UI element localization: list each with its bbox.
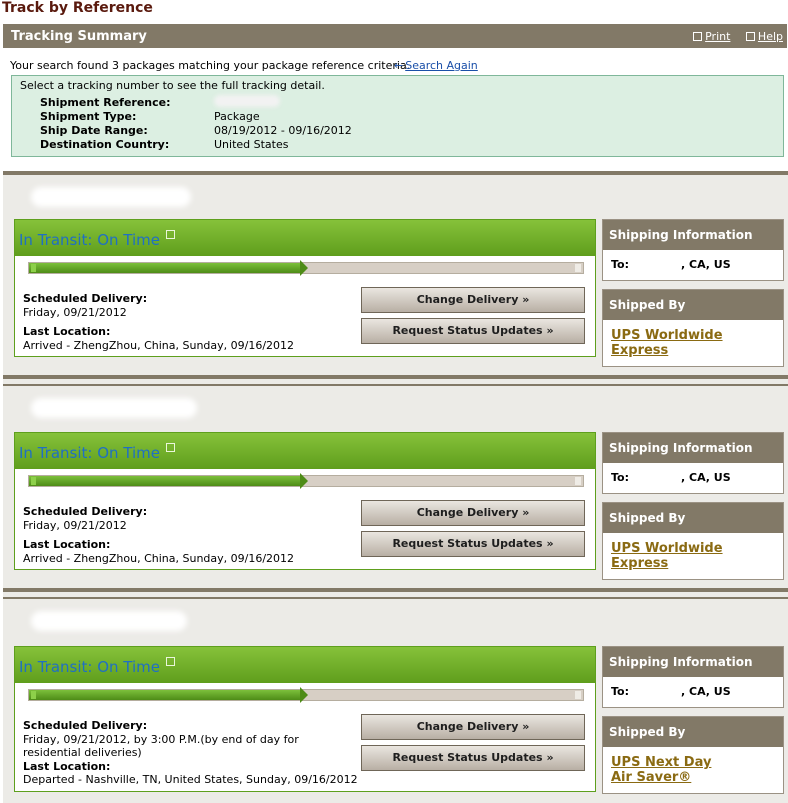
service-link[interactable]: UPS Next Day Air Saver® xyxy=(603,747,783,785)
change-delivery-button[interactable]: Change Delivery » xyxy=(361,500,585,526)
status-header: In Transit: On Time xyxy=(15,433,595,469)
info-icon[interactable] xyxy=(166,443,175,452)
criteria-value: United States xyxy=(214,138,289,151)
print-icon xyxy=(693,31,703,41)
progress-chevron xyxy=(300,260,308,276)
progress-fill xyxy=(29,263,300,273)
status-header: In Transit: On Time xyxy=(15,647,595,683)
package-section: In Transit: On Time Scheduled Delivery: … xyxy=(3,386,788,588)
status-card: In Transit: On Time Scheduled Delivery: … xyxy=(14,432,596,570)
last-location-label: Last Location: xyxy=(23,325,111,338)
tracking-number-link[interactable] xyxy=(31,187,191,207)
service-link[interactable]: UPS Worldwide Express xyxy=(603,320,783,358)
criteria-label: Shipment Reference: xyxy=(40,96,171,109)
shipped-by-box: Shipped By UPS Next Day Air Saver® xyxy=(602,716,784,794)
progress-bar xyxy=(28,473,584,489)
progress-fill xyxy=(29,690,300,700)
criteria-value: Package xyxy=(214,110,260,123)
progress-start-cap xyxy=(31,477,36,485)
shipping-information-box: Shipping Information To:, CA, US xyxy=(602,646,784,708)
help-link[interactable]: Help xyxy=(745,30,783,43)
progress-bar xyxy=(28,260,584,276)
shipped-by-header: Shipped By xyxy=(603,503,783,533)
info-icon[interactable] xyxy=(166,230,175,239)
help-icon xyxy=(745,31,755,41)
search-again-link[interactable]: ← Search Again xyxy=(394,59,478,72)
tracking-summary-title: Tracking Summary xyxy=(11,29,147,44)
print-link[interactable]: Print xyxy=(693,30,730,43)
shipping-information-header: Shipping Information xyxy=(603,647,783,677)
scheduled-delivery-label: Scheduled Delivery: xyxy=(23,292,148,305)
progress-fill xyxy=(29,476,300,486)
scheduled-delivery-value: Friday, 09/21/2012, by 3:00 P.M.(by end … xyxy=(23,733,299,759)
last-location-label: Last Location: xyxy=(23,538,111,551)
last-location-value: Arrived - ZhengZhou, China, Sunday, 09/1… xyxy=(23,339,295,352)
progress-start-cap xyxy=(31,691,36,699)
status-card: In Transit: On Time Scheduled Delivery: … xyxy=(14,646,596,792)
change-delivery-button[interactable]: Change Delivery » xyxy=(361,714,585,740)
shipping-information-box: Shipping Information To:, CA, US xyxy=(602,432,784,494)
progress-chevron xyxy=(300,687,308,703)
status-card: In Transit: On Time Scheduled Delivery: … xyxy=(14,219,596,357)
shipping-information-header: Shipping Information xyxy=(603,433,783,463)
progress-end-cap xyxy=(575,477,581,485)
criteria-value: 08/19/2012 - 09/16/2012 xyxy=(214,124,352,137)
select-hint: Select a tracking number to see the full… xyxy=(20,79,325,92)
ship-to: To:, CA, US xyxy=(611,258,731,271)
package-section: In Transit: On Time Scheduled Delivery: … xyxy=(3,599,788,803)
shipped-by-header: Shipped By xyxy=(603,290,783,320)
tracking-number-link[interactable] xyxy=(31,611,187,631)
scheduled-delivery-label: Scheduled Delivery: xyxy=(23,719,148,732)
progress-end-cap xyxy=(575,264,581,272)
search-result-text: Your search found 3 packages matching yo… xyxy=(10,59,411,72)
tracking-summary-header: Tracking Summary Print Help xyxy=(3,24,787,48)
status-text: In Transit: On Time xyxy=(19,443,175,462)
tracking-number-link[interactable] xyxy=(31,398,197,418)
request-status-updates-button[interactable]: Request Status Updates » xyxy=(361,745,585,771)
arrow-left-icon: ← xyxy=(394,59,404,72)
progress-bar xyxy=(28,687,584,703)
progress-chevron xyxy=(300,473,308,489)
criteria-label: Shipment Type: xyxy=(40,110,137,123)
shipped-by-box: Shipped By UPS Worldwide Express xyxy=(602,502,784,580)
status-header: In Transit: On Time xyxy=(15,220,595,256)
scheduled-delivery-value: Friday, 09/21/2012 xyxy=(23,519,127,532)
request-status-updates-button[interactable]: Request Status Updates » xyxy=(361,531,585,557)
progress-start-cap xyxy=(31,264,36,272)
scheduled-delivery-value: Friday, 09/21/2012 xyxy=(23,306,127,319)
last-location-value: Departed - Nashville, TN, United States,… xyxy=(23,773,358,786)
service-link[interactable]: UPS Worldwide Express xyxy=(603,533,783,571)
scheduled-delivery-label: Scheduled Delivery: xyxy=(23,505,148,518)
info-icon[interactable] xyxy=(166,657,175,666)
shipped-by-header: Shipped By xyxy=(603,717,783,747)
shipping-information-box: Shipping Information To:, CA, US xyxy=(602,219,784,281)
shipping-information-header: Shipping Information xyxy=(603,220,783,250)
status-text: In Transit: On Time xyxy=(19,230,175,249)
ship-to: To:, CA, US xyxy=(611,471,731,484)
ship-to: To:, CA, US xyxy=(611,685,731,698)
progress-end-cap xyxy=(575,691,581,699)
status-text: In Transit: On Time xyxy=(19,657,175,676)
last-location-label: Last Location: xyxy=(23,760,111,773)
request-status-updates-button[interactable]: Request Status Updates » xyxy=(361,318,585,344)
page-title: Track by Reference xyxy=(2,0,153,16)
last-location-value: Arrived - ZhengZhou, China, Sunday, 09/1… xyxy=(23,552,295,565)
criteria-label: Destination Country: xyxy=(40,138,170,151)
search-criteria-box: Select a tracking number to see the full… xyxy=(11,75,784,157)
change-delivery-button[interactable]: Change Delivery » xyxy=(361,287,585,313)
criteria-value xyxy=(214,95,280,110)
criteria-label: Ship Date Range: xyxy=(40,124,148,137)
package-section: In Transit: On Time Scheduled Delivery: … xyxy=(3,175,788,375)
shipped-by-box: Shipped By UPS Worldwide Express xyxy=(602,289,784,367)
